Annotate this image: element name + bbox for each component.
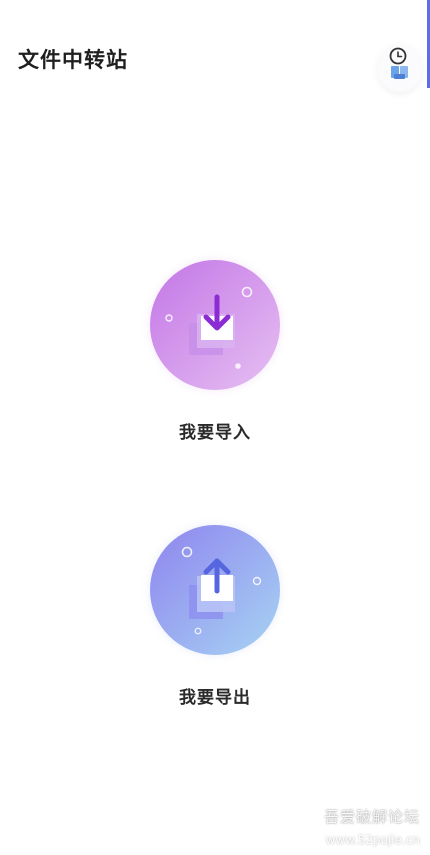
import-orb[interactable] — [140, 250, 290, 400]
export-action[interactable]: 我要导出 — [0, 515, 430, 708]
export-label[interactable]: 我要导出 — [0, 683, 430, 708]
import-action[interactable]: 我要导入 — [0, 250, 430, 443]
header: 文件中转站 — [0, 0, 430, 110]
clock-document-icon — [389, 47, 408, 79]
history-button[interactable] — [378, 44, 422, 92]
download-arrow-icon — [140, 250, 290, 400]
export-orb[interactable] — [140, 515, 290, 665]
file-transfer-screen: 文件中转站 我要导入 我要导出 吾爱破解论坛 www.52pojie.cn — [0, 0, 430, 855]
watermark-url: www.52pojie.cn — [325, 833, 420, 847]
import-label[interactable]: 我要导入 — [0, 418, 430, 443]
watermark-text: 吾爱破解论坛 — [323, 808, 420, 826]
page-title: 文件中转站 — [18, 48, 128, 72]
upload-arrow-icon — [140, 515, 290, 665]
